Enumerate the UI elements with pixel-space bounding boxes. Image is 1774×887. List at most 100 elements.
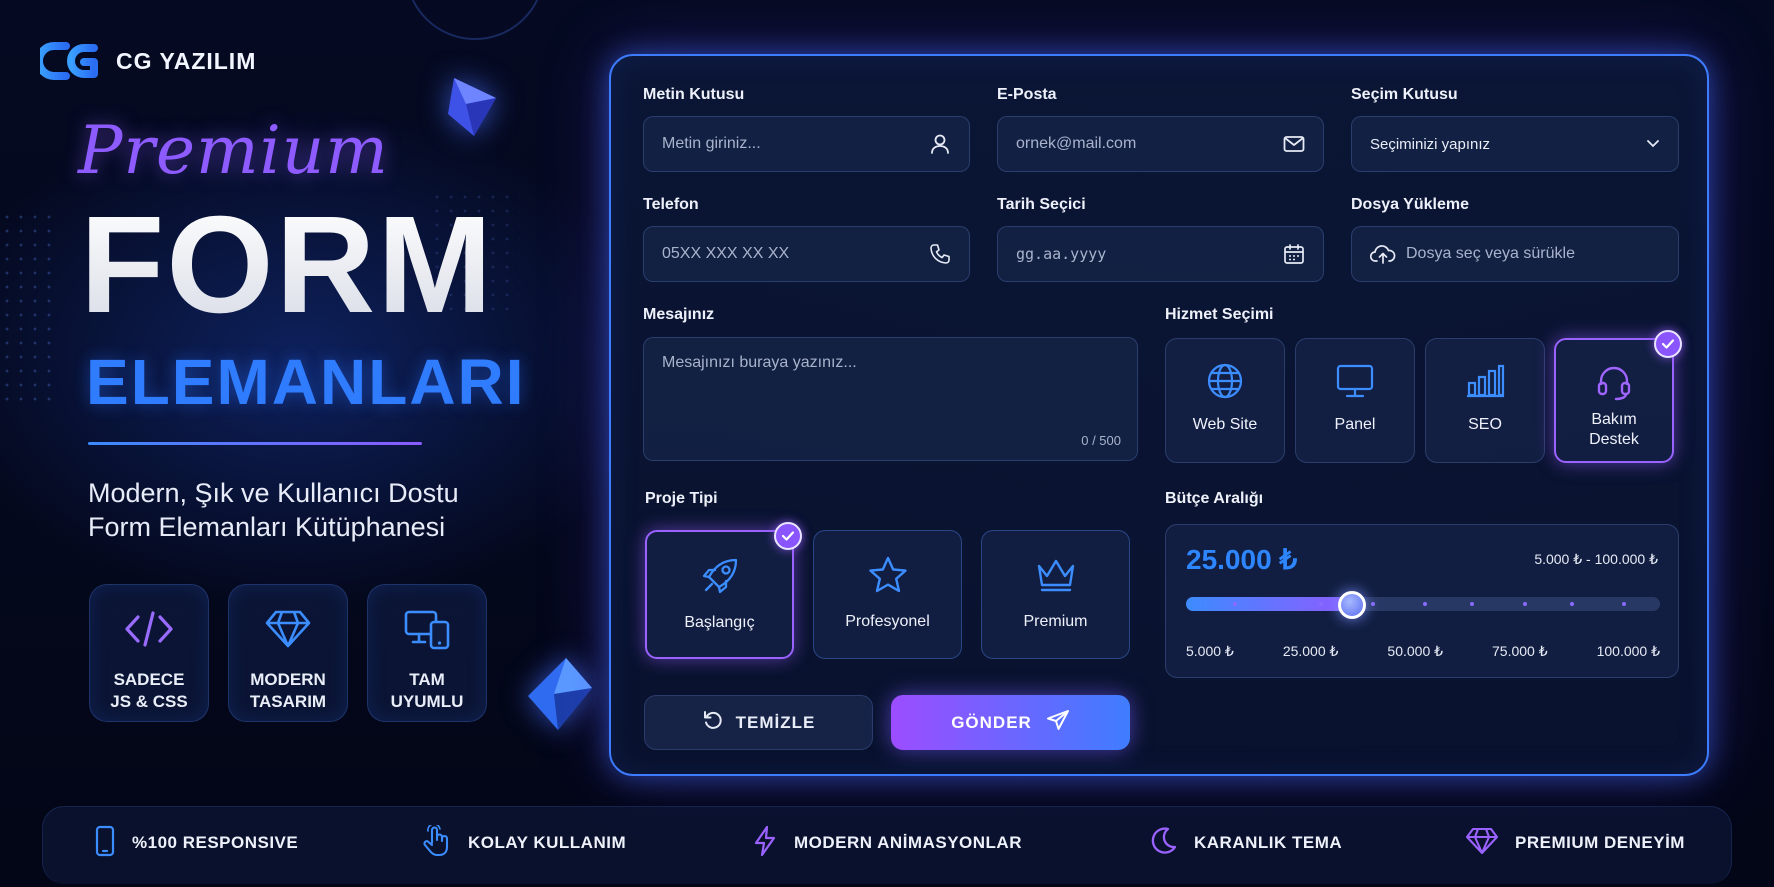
budget-tick-label: 25.000 ₺ xyxy=(1282,643,1339,659)
services-label: Hizmet Seçimi xyxy=(1165,306,1274,323)
feature-card-responsive: TAM UYUMLU xyxy=(367,584,487,722)
cg-logo xyxy=(40,42,98,80)
moon-icon xyxy=(1148,826,1178,861)
budget-slider-fill xyxy=(1186,597,1352,611)
service-maintenance-support[interactable]: Bakım Destek xyxy=(1554,330,1682,463)
message-label: Mesajınız xyxy=(643,306,715,323)
bottom-item-responsive: %100 RESPONSIVE xyxy=(94,825,299,862)
file-upload[interactable]: Dosya seç veya sürükle xyxy=(1351,226,1679,282)
chevron-down-icon xyxy=(1646,139,1660,149)
send-button[interactable]: GÖNDER xyxy=(891,695,1130,750)
slider-tick xyxy=(1569,602,1574,606)
divider xyxy=(88,442,422,445)
project-type-label-text: Profesyonel xyxy=(845,613,930,630)
decorative-crystal-icon xyxy=(528,658,592,730)
budget-tick-label: 5.000 ₺ xyxy=(1186,643,1234,659)
budget-label: Bütçe Aralığı xyxy=(1165,490,1264,507)
file-label: Dosya Yükleme xyxy=(1351,196,1469,213)
bottom-item-label: KARANLIK TEMA xyxy=(1194,833,1343,852)
tagline-line-1: Modern, Şık ve Kullanıcı Dostu xyxy=(88,478,459,508)
hero-title: FORM xyxy=(80,188,495,342)
reset-icon xyxy=(702,709,724,736)
service-web-site[interactable]: Web Site xyxy=(1165,338,1285,463)
diamond-icon xyxy=(1465,827,1499,860)
phone-icon xyxy=(929,243,951,265)
service-label: Bakım Destek xyxy=(1589,411,1639,448)
hero-subtitle-word: ELEMANLARI xyxy=(86,346,526,418)
project-type-label-text: Başlangıç xyxy=(684,614,755,631)
text-input-placeholder: Metin giriniz... xyxy=(662,135,761,152)
check-icon xyxy=(774,522,802,550)
feature-label: SADECE JS & CSS xyxy=(110,670,188,711)
feature-card-modern-design: MODERN TASARIM xyxy=(228,584,348,722)
smartphone-icon xyxy=(94,825,116,862)
date-label: Tarih Seçici xyxy=(997,196,1086,213)
mail-icon xyxy=(1283,135,1305,153)
slider-tick xyxy=(1318,602,1323,606)
bottom-item-easy-use: KOLAY KULLANIM xyxy=(422,822,627,862)
lightning-icon xyxy=(752,825,778,862)
email-field[interactable]: ornek@mail.com xyxy=(997,116,1324,172)
budget-range-text: 5.000 ₺ - 100.000 ₺ xyxy=(1534,551,1658,567)
feature-card-js-css: SADECE JS & CSS xyxy=(89,584,209,722)
phone-placeholder: 05XX XXX XX XX xyxy=(662,245,790,262)
brand[interactable]: CG YAZILIM xyxy=(40,40,256,82)
file-placeholder: Dosya seç veya sürükle xyxy=(1406,245,1575,262)
slider-tick xyxy=(1522,602,1527,606)
service-panel[interactable]: Panel xyxy=(1295,338,1415,463)
monitor-icon xyxy=(1335,361,1375,401)
pointer-hand-icon xyxy=(422,822,452,862)
cloud-upload-icon xyxy=(1370,244,1396,264)
tagline-line-2: Form Elemanları Kütüphanesi xyxy=(88,512,446,542)
bottom-item-animations: MODERN ANİMASYONLAR xyxy=(752,825,1022,862)
calendar-icon xyxy=(1283,243,1305,265)
budget-tick-label: 100.000 ₺ xyxy=(1596,643,1660,659)
decorative-dots xyxy=(0,210,56,410)
phone-field[interactable]: 05XX XXX XX XX xyxy=(643,226,970,282)
message-textarea[interactable]: Mesajınızı buraya yazınız... 0 / 500 xyxy=(643,337,1138,461)
date-placeholder: gg.aa.yyyy xyxy=(1016,245,1107,263)
send-icon xyxy=(1046,709,1070,736)
rocket-icon xyxy=(700,556,740,596)
decorative-ring xyxy=(405,0,545,40)
clear-button[interactable]: TEMİZLE xyxy=(644,695,873,750)
select-label: Seçim Kutusu xyxy=(1351,86,1458,103)
feature-label: MODERN TASARIM xyxy=(249,670,327,711)
user-icon xyxy=(929,133,951,155)
check-icon xyxy=(1654,330,1682,358)
brand-name: CG YAZILIM xyxy=(116,47,257,74)
slider-tick xyxy=(1423,602,1427,606)
send-button-label: GÖNDER xyxy=(951,712,1032,732)
budget-tick-label: 75.000 ₺ xyxy=(1492,643,1548,659)
budget-slider-track[interactable] xyxy=(1186,591,1660,619)
headset-icon xyxy=(1595,362,1633,402)
project-type-premium[interactable]: Premium xyxy=(981,530,1130,659)
clear-button-label: TEMİZLE xyxy=(735,712,816,732)
star-icon xyxy=(867,555,909,595)
service-seo[interactable]: SEO xyxy=(1425,338,1545,463)
bottom-item-label: MODERN ANİMASYONLAR xyxy=(794,833,1022,852)
bar-chart-icon xyxy=(1465,361,1505,401)
diamond-icon xyxy=(264,607,312,651)
project-type-starter[interactable]: Başlangıç xyxy=(645,522,802,659)
code-icon xyxy=(124,607,174,651)
feature-label: TAM UYUMLU xyxy=(390,670,464,711)
budget-value: 25.000 ₺ xyxy=(1186,544,1298,575)
project-type-professional[interactable]: Profesyonel xyxy=(813,530,962,659)
globe-icon xyxy=(1206,361,1244,401)
slider-tick xyxy=(1370,602,1375,606)
devices-icon xyxy=(403,607,451,651)
bottom-item-label: PREMIUM DENEYİM xyxy=(1515,833,1685,852)
premium-script: Premium xyxy=(78,112,389,189)
date-picker[interactable]: gg.aa.yyyy xyxy=(997,226,1324,282)
decorative-crystal-icon xyxy=(448,78,496,136)
project-type-label-text: Premium xyxy=(1023,613,1088,630)
crown-icon xyxy=(1035,555,1077,595)
bottom-item-label: %100 RESPONSIVE xyxy=(132,833,299,852)
budget-slider-thumb[interactable] xyxy=(1337,591,1366,619)
select-box[interactable]: Seçiminizi yapınız xyxy=(1351,116,1679,172)
bottom-item-label: KOLAY KULLANIM xyxy=(468,833,627,852)
slider-tick xyxy=(1622,602,1627,606)
project-type-label: Proje Tipi xyxy=(645,490,718,507)
text-input[interactable]: Metin giriniz... xyxy=(643,116,970,172)
